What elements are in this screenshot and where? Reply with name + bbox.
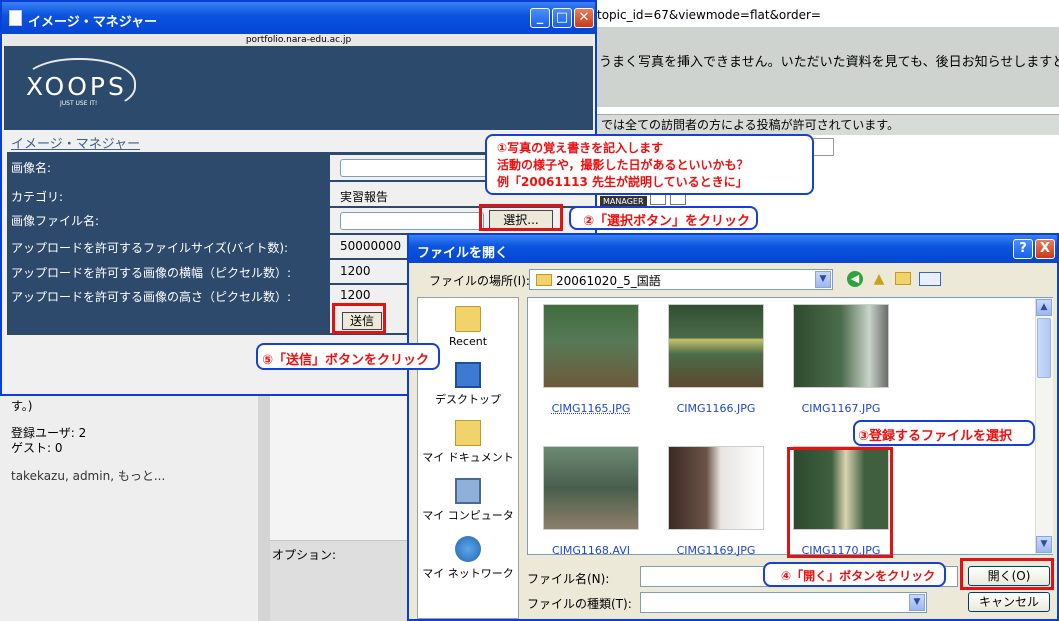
callout-step1-line3: 例「20061113 先生が説明しているときに」 (497, 175, 748, 189)
callout-step4: ④「開く」ボタンをクリック (763, 562, 946, 587)
file-label: 画像ファイル名: (11, 214, 100, 228)
new-folder-icon[interactable] (895, 272, 911, 285)
online-user-names[interactable]: takekazu, admin, もっと... (11, 467, 165, 484)
scroll-thumb[interactable] (1037, 318, 1051, 378)
options-label: オプション: (272, 548, 337, 562)
close-icon: ✕ (578, 10, 590, 25)
image-manager-heading[interactable]: イメージ・マネジャー (11, 133, 140, 152)
selected-file-highlight (787, 447, 893, 558)
xoops-logo-swoosh (22, 58, 136, 112)
guests-count: ゲスト: 0 (11, 441, 63, 455)
file-dialog-titlebar[interactable]: ファイルを開く ? X (409, 235, 1057, 263)
network-globe-icon (455, 536, 481, 562)
host-bar: portfolio.nara-edu.ac.jp (4, 34, 593, 46)
help-button[interactable]: ? (1013, 239, 1033, 259)
callout-step1-line1: ①写真の覚え書きを記入します (497, 141, 664, 155)
chevron-down-icon[interactable]: ▼ (909, 594, 925, 611)
callout-step3: ③登録するファイルを選択 (853, 420, 1035, 446)
maximize-icon: □ (555, 10, 569, 25)
online-text-tail: す。) (11, 399, 33, 413)
forum-post-message: うまく写真を挿入できません。いただいた資料を見ても、後日お知らせしますとしか (599, 55, 1059, 70)
file-item[interactable]: CIMG1167.JPG (793, 304, 896, 415)
minimize-button[interactable]: _ (530, 8, 550, 28)
max-height-value: 1200 (340, 288, 371, 302)
file-item[interactable]: CIMG1169.JPG (668, 446, 771, 557)
max-size-value: 50000000 (340, 239, 402, 253)
folder-icon (536, 274, 552, 286)
place-my-computer[interactable]: マイ コンピュータ (418, 478, 518, 523)
maximize-button[interactable]: □ (552, 8, 572, 28)
image-name-label: 画像名: (11, 161, 52, 175)
cancel-button[interactable]: キャンセル (968, 592, 1050, 612)
open-button-highlight (960, 558, 1054, 590)
filetype-combo[interactable]: ▼ (640, 592, 927, 613)
max-width-value: 1200 (340, 264, 371, 278)
help-icon: ? (1019, 241, 1027, 256)
place-my-documents[interactable]: マイ ドキュメント (418, 420, 518, 465)
browser-url-fragment: topic_id=67&viewmode=flat&order= (597, 8, 821, 22)
file-name: CIMG1169.JPG (676, 544, 756, 557)
file-name: CIMG1168.AVI (551, 544, 631, 557)
max-size-label: アップロードを許可するファイルサイズ(バイト数): (11, 241, 289, 255)
callout-step1-line2: 活動の様子や，撮影した日があるといいかも？ (497, 158, 749, 172)
file-list-scrollbar[interactable]: ▲ ▼ (1035, 298, 1053, 554)
submit-highlight (332, 303, 386, 334)
thumbnail-image (668, 304, 764, 388)
image-manager-title: イメージ・マネジャー (28, 15, 158, 30)
thumbnail-image (543, 304, 639, 388)
desktop-icon (455, 362, 481, 388)
permission-text: では全ての訪問者の方による投稿が許可されています。 (601, 118, 900, 132)
column-divider (258, 395, 270, 621)
file-item[interactable]: CIMG1166.JPG (668, 304, 771, 415)
up-folder-icon[interactable]: ▲ (871, 271, 887, 287)
filename-label: ファイル名(N): (527, 572, 610, 586)
xoops-banner: XOOPS JUST USE IT! (4, 46, 593, 130)
image-manager-titlebar[interactable]: イメージ・マネジャー _ □ ✕ (2, 2, 595, 34)
back-icon[interactable]: ◀ (847, 271, 863, 287)
dialog-close-button[interactable]: X (1035, 239, 1055, 259)
close-button[interactable]: ✕ (574, 8, 594, 28)
category-label: カテゴリ: (11, 190, 64, 204)
file-path-input[interactable] (340, 212, 484, 230)
file-item[interactable]: CIMG1168.AVI (543, 446, 646, 557)
thumbnail-image (543, 446, 639, 530)
look-in-combo[interactable]: 20061020_5_国語 ▼ (529, 269, 833, 290)
file-dialog-title: ファイルを開く (417, 246, 509, 261)
image-name-input[interactable] (340, 159, 490, 177)
scroll-up-icon[interactable]: ▲ (1036, 299, 1052, 316)
max-width-label: アップロードを許可する画像の横幅（ピクセル数）: (11, 266, 292, 280)
chevron-down-icon[interactable]: ▼ (815, 271, 831, 288)
filetype-label: ファイルの種類(T): (527, 597, 632, 611)
look-in-value: 20061020_5_国語 (556, 274, 661, 288)
category-value: 実習報告 (340, 190, 389, 204)
file-name: CIMG1166.JPG (676, 402, 756, 415)
place-my-network[interactable]: マイ ネットワーク (418, 536, 518, 581)
file-name: CIMG1167.JPG (801, 402, 881, 415)
computer-icon (455, 478, 481, 504)
max-height-label: アップロードを許可する画像の高さ（ピクセル数）: (11, 290, 292, 304)
place-recent[interactable]: Recent (418, 306, 518, 348)
documents-folder-icon (455, 420, 481, 446)
callout-step2: ②「選択ボタン」をクリック (569, 206, 758, 230)
callout-step5: ⑤「送信」ボタンをクリック (256, 343, 440, 370)
minimize-icon: _ (536, 10, 544, 25)
scroll-down-icon[interactable]: ▼ (1036, 536, 1052, 553)
thumbnail-image (793, 304, 889, 388)
file-item[interactable]: CIMG1165.JPG (543, 304, 646, 415)
view-menu-icon[interactable] (919, 272, 941, 286)
browse-highlight (479, 204, 563, 231)
callout-step1: ①写真の覚え書きを記入します 活動の様子や，撮影した日があるといいかも？ 例「2… (485, 134, 814, 195)
page-icon (9, 10, 22, 26)
recent-folder-icon (455, 306, 481, 332)
file-name: CIMG1165.JPG (551, 402, 631, 415)
look-in-label: ファイルの場所(I): (429, 274, 530, 288)
close-icon: X (1039, 241, 1051, 256)
thumbnail-image (668, 446, 764, 530)
